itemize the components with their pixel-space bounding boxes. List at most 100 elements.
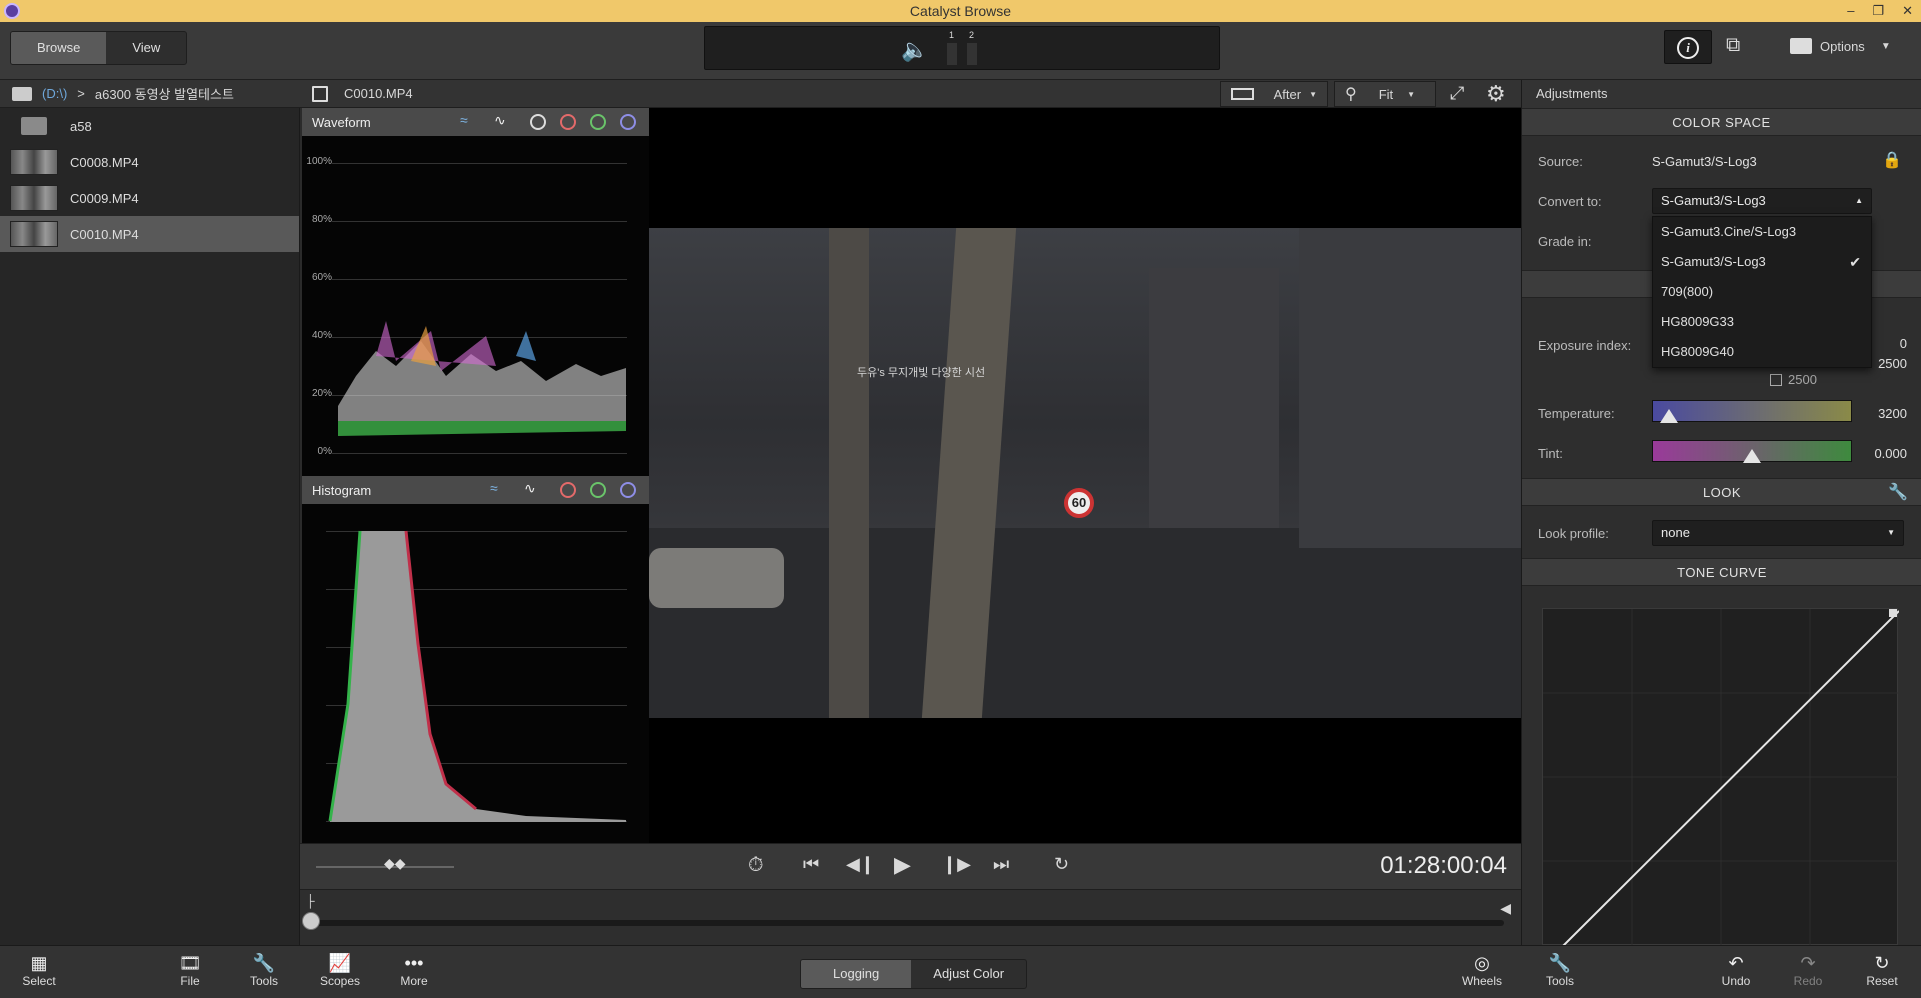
menu-item[interactable]: 709(800) <box>1653 277 1871 307</box>
window-controls: – ❐ ✕ <box>1847 0 1913 22</box>
menu-item[interactable]: S-Gamut3/S-Log3 ✔ <box>1653 247 1871 277</box>
play-icon[interactable]: ▶ <box>894 852 911 878</box>
redo-icon: ↷ <box>1800 953 1816 973</box>
waveform-header: Waveform ≈ ∿ <box>302 108 649 136</box>
in-point-marker[interactable]: ├ <box>306 894 315 908</box>
workspace-mode-toggle: Logging Adjust Color <box>800 959 1028 989</box>
folder-icon[interactable] <box>12 86 32 101</box>
parade-icon[interactable]: ≈ <box>460 112 468 128</box>
options-button[interactable]: Options ▼ <box>1790 38 1891 54</box>
minimize-icon[interactable]: – <box>1847 0 1854 22</box>
tint-label: Tint: <box>1538 446 1563 461</box>
menu-item[interactable]: HG8009G40 <box>1653 337 1871 367</box>
mode-tabs: Browse View <box>10 31 188 65</box>
breadcrumb-drive[interactable]: (D:\) <box>42 86 67 101</box>
undo-button[interactable]: ↶ Undo <box>1716 952 1756 988</box>
waveform-trace <box>338 321 626 436</box>
building <box>1299 228 1521 548</box>
close-icon[interactable]: ✕ <box>1902 0 1913 22</box>
adjustments-title: Adjustments <box>1522 80 1921 108</box>
list-item[interactable]: C0010.MP4 <box>0 216 299 252</box>
more-button[interactable]: ••• More <box>394 952 434 988</box>
step-forward-icon[interactable]: ❙▶ <box>942 854 971 875</box>
grade-in-label: Grade in: <box>1538 234 1592 249</box>
red-channel-icon[interactable] <box>560 114 576 130</box>
item-name: a58 <box>70 118 92 134</box>
window-title: Catalyst Browse <box>909 3 1012 19</box>
look-profile-dropdown[interactable]: none ▼ <box>1652 520 1904 546</box>
wrench-icon[interactable]: 🔧 <box>1888 482 1908 502</box>
zoom-dropdown[interactable]: ⚲ Fit ▼ <box>1334 81 1436 107</box>
adjust-color-mode-button[interactable]: Adjust Color <box>911 960 1026 988</box>
out-point-marker[interactable]: ◀ <box>1500 900 1511 917</box>
window-layout-icon[interactable]: ⧉ <box>1726 34 1740 57</box>
temperature-slider-handle[interactable] <box>1660 409 1679 423</box>
step-back-icon[interactable]: ◀❙ <box>846 854 875 875</box>
luma-channel-icon[interactable] <box>530 114 546 130</box>
collapse-panel-icon[interactable] <box>312 86 328 102</box>
list-item[interactable]: a58 <box>0 108 299 144</box>
select-button[interactable]: ▦ Select <box>18 952 60 988</box>
red-channel-icon[interactable] <box>560 482 576 498</box>
parade-icon[interactable]: ≈ <box>490 480 498 496</box>
item-name: C0010.MP4 <box>70 226 139 242</box>
green-channel-icon[interactable] <box>590 114 606 130</box>
tab-view[interactable]: View <box>106 32 186 64</box>
tint-slider[interactable] <box>1652 440 1852 463</box>
look-header: LOOK <box>1522 478 1921 506</box>
list-item[interactable]: C0008.MP4 <box>0 144 299 180</box>
timer-icon[interactable]: ⏱ <box>748 854 764 877</box>
redo-button[interactable]: ↷ Redo <box>1788 952 1828 988</box>
right-tools-label: Tools <box>1545 974 1574 988</box>
channel-2-label: 2 <box>969 30 975 40</box>
exposure-sub-value: 2500 <box>1788 372 1817 387</box>
playhead[interactable] <box>302 912 320 930</box>
breadcrumb-folder[interactable]: a6300 동영상 발열테스트 <box>95 84 234 103</box>
wheels-button[interactable]: ◎ Wheels <box>1460 952 1504 988</box>
exposure-index-top-value: 0 <box>1899 336 1907 351</box>
waveform-icon[interactable]: ∿ <box>524 480 536 497</box>
loop-icon[interactable]: ↻ <box>1054 854 1069 875</box>
scopes-button[interactable]: 📈 Scopes <box>318 952 362 988</box>
logging-mode-button[interactable]: Logging <box>801 960 912 988</box>
list-item[interactable]: C0009.MP4 <box>0 180 299 216</box>
tone-curve-graph[interactable] <box>1542 608 1900 947</box>
right-tools-button[interactable]: 🔧 Tools <box>1540 952 1580 988</box>
blue-channel-icon[interactable] <box>620 114 636 130</box>
menu-item[interactable]: HG8009G33 <box>1653 307 1871 337</box>
chevron-down-icon: ▼ <box>1880 40 1891 52</box>
green-channel-icon[interactable] <box>590 482 606 498</box>
info-button[interactable]: i <box>1664 30 1712 64</box>
jog-handle-icon[interactable]: ◆◆ <box>384 855 406 872</box>
video-viewer[interactable]: 두유's 무지개빛 다양한 시선 60 <box>649 108 1521 843</box>
waveform-icon[interactable]: ∿ <box>494 112 506 129</box>
histogram-display <box>302 504 649 843</box>
timecode: 01:28:00:04 <box>1380 852 1507 879</box>
tint-slider-handle[interactable] <box>1743 449 1761 463</box>
gear-icon[interactable]: ⚙ <box>1486 81 1506 107</box>
skip-end-icon[interactable]: ⏭ <box>993 854 1009 875</box>
menu-item[interactable]: S-Gamut3.Cine/S-Log3 <box>1653 217 1871 247</box>
speaker-icon[interactable]: 🔈 <box>901 37 928 63</box>
skip-start-icon[interactable]: ⏮ <box>803 854 819 875</box>
convert-to-menu: S-Gamut3.Cine/S-Log3 S-Gamut3/S-Log3 ✔ 70… <box>1652 216 1872 368</box>
convert-to-dropdown[interactable]: S-Gamut3/S-Log3 ▲ <box>1652 188 1872 214</box>
y-label: 0% <box>317 446 332 457</box>
menu-item-label: S-Gamut3/S-Log3 <box>1661 254 1766 269</box>
timeline[interactable]: ├ ◀ <box>300 889 1521 945</box>
timeline-track[interactable] <box>308 920 1504 926</box>
compare-mode-dropdown[interactable]: After ▼ <box>1220 81 1328 107</box>
lock-icon[interactable]: 🔒 <box>1882 150 1902 170</box>
fullscreen-icon[interactable]: ⤢ <box>1450 83 1464 104</box>
curve-control-point[interactable] <box>1889 609 1897 617</box>
blue-channel-icon[interactable] <box>620 482 636 498</box>
file-label: File <box>180 974 200 988</box>
histogram-trace <box>328 530 626 822</box>
reset-button[interactable]: ↻ Reset <box>1862 952 1902 988</box>
restore-icon[interactable]: ❐ <box>1872 0 1884 22</box>
tools-button[interactable]: 🔧 Tools <box>244 952 284 988</box>
tab-browse[interactable]: Browse <box>11 32 107 64</box>
video-frame: 두유's 무지개빛 다양한 시선 60 <box>649 228 1521 718</box>
file-button[interactable]: 🎞 File <box>170 952 210 988</box>
temperature-slider[interactable] <box>1652 400 1852 423</box>
